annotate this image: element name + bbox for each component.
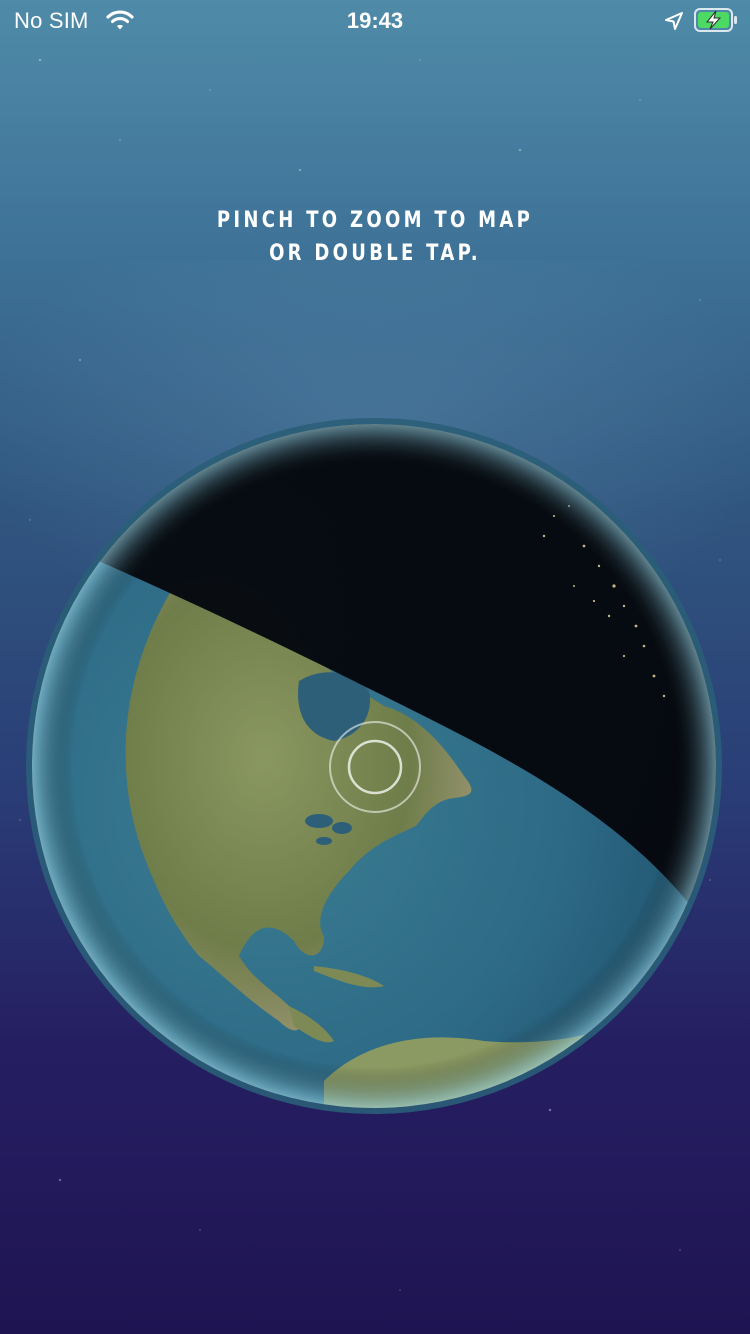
battery-charging-icon [694, 8, 737, 32]
status-bar: No SIM 19:43 [0, 0, 750, 40]
target-reticle-icon[interactable] [328, 720, 422, 814]
instruction-line-1: PINCH TO ZOOM TO MAP [216, 208, 534, 233]
globe-screen: No SIM 19:43 PINCH TO ZOOM TO MAP OR DOU… [0, 0, 750, 1334]
location-arrow-icon [665, 12, 683, 30]
clock-time: 19:43 [346, 8, 404, 33]
zoom-instructions: PINCH TO ZOOM TO MAP OR DOUBLE TAP. [68, 204, 683, 270]
instruction-line-2: OR DOUBLE TAP. [269, 241, 481, 266]
